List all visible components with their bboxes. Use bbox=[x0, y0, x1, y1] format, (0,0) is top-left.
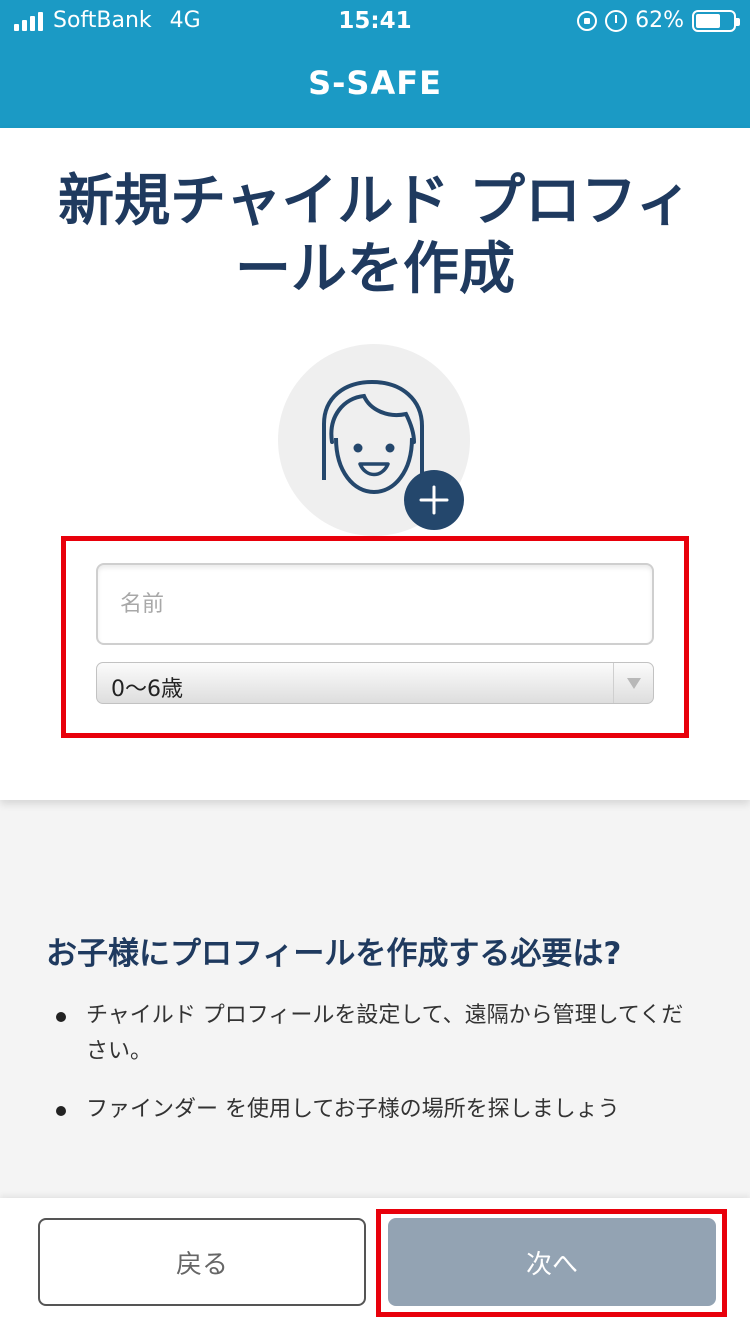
plus-icon bbox=[419, 485, 449, 515]
top-bar: SoftBank 4G 15:41 62% S-SAFE bbox=[0, 0, 750, 128]
age-select[interactable]: 0〜6歳 bbox=[96, 662, 654, 704]
battery-icon bbox=[692, 9, 740, 32]
alarm-icon bbox=[605, 9, 628, 32]
list-item-text: チャイルド プロフィールを設定して、遠隔から管理してください。 bbox=[86, 1003, 684, 1064]
next-button[interactable]: 次へ bbox=[388, 1218, 716, 1306]
bullet-icon bbox=[56, 1012, 66, 1022]
list-item-text: ファインダー を使用してお子様の場所を探しましょう bbox=[86, 1097, 620, 1122]
info-heading: お子様にプロフィールを作成する必要は? bbox=[46, 936, 622, 972]
battery-percent: 62% bbox=[635, 8, 684, 33]
back-button[interactable]: 戻る bbox=[38, 1218, 366, 1306]
dropdown-arrow-icon bbox=[613, 663, 653, 703]
status-bar: SoftBank 4G 15:41 62% bbox=[0, 0, 750, 40]
list-item: ファインダー を使用してお子様の場所を探しましょう bbox=[50, 1092, 690, 1128]
info-list: チャイルド プロフィールを設定して、遠隔から管理してください。 ファインダー を… bbox=[50, 998, 690, 1150]
status-right: 62% bbox=[577, 8, 740, 33]
orientation-lock-icon bbox=[577, 10, 598, 31]
name-input[interactable] bbox=[96, 563, 654, 645]
bullet-icon bbox=[56, 1106, 66, 1116]
age-select-value: 0〜6歳 bbox=[111, 677, 183, 702]
list-item: チャイルド プロフィールを設定して、遠隔から管理してください。 bbox=[50, 998, 690, 1070]
page-title: 新規チャイルド プロフィールを作成 bbox=[58, 169, 692, 302]
footer-bar: 戻る 次へ bbox=[0, 1198, 750, 1334]
app-title: S-SAFE bbox=[308, 64, 442, 102]
avatar[interactable] bbox=[278, 344, 470, 536]
add-photo-button[interactable] bbox=[404, 470, 464, 530]
profile-card: 新規チャイルド プロフィールを作成 0〜6歳 bbox=[0, 128, 750, 800]
